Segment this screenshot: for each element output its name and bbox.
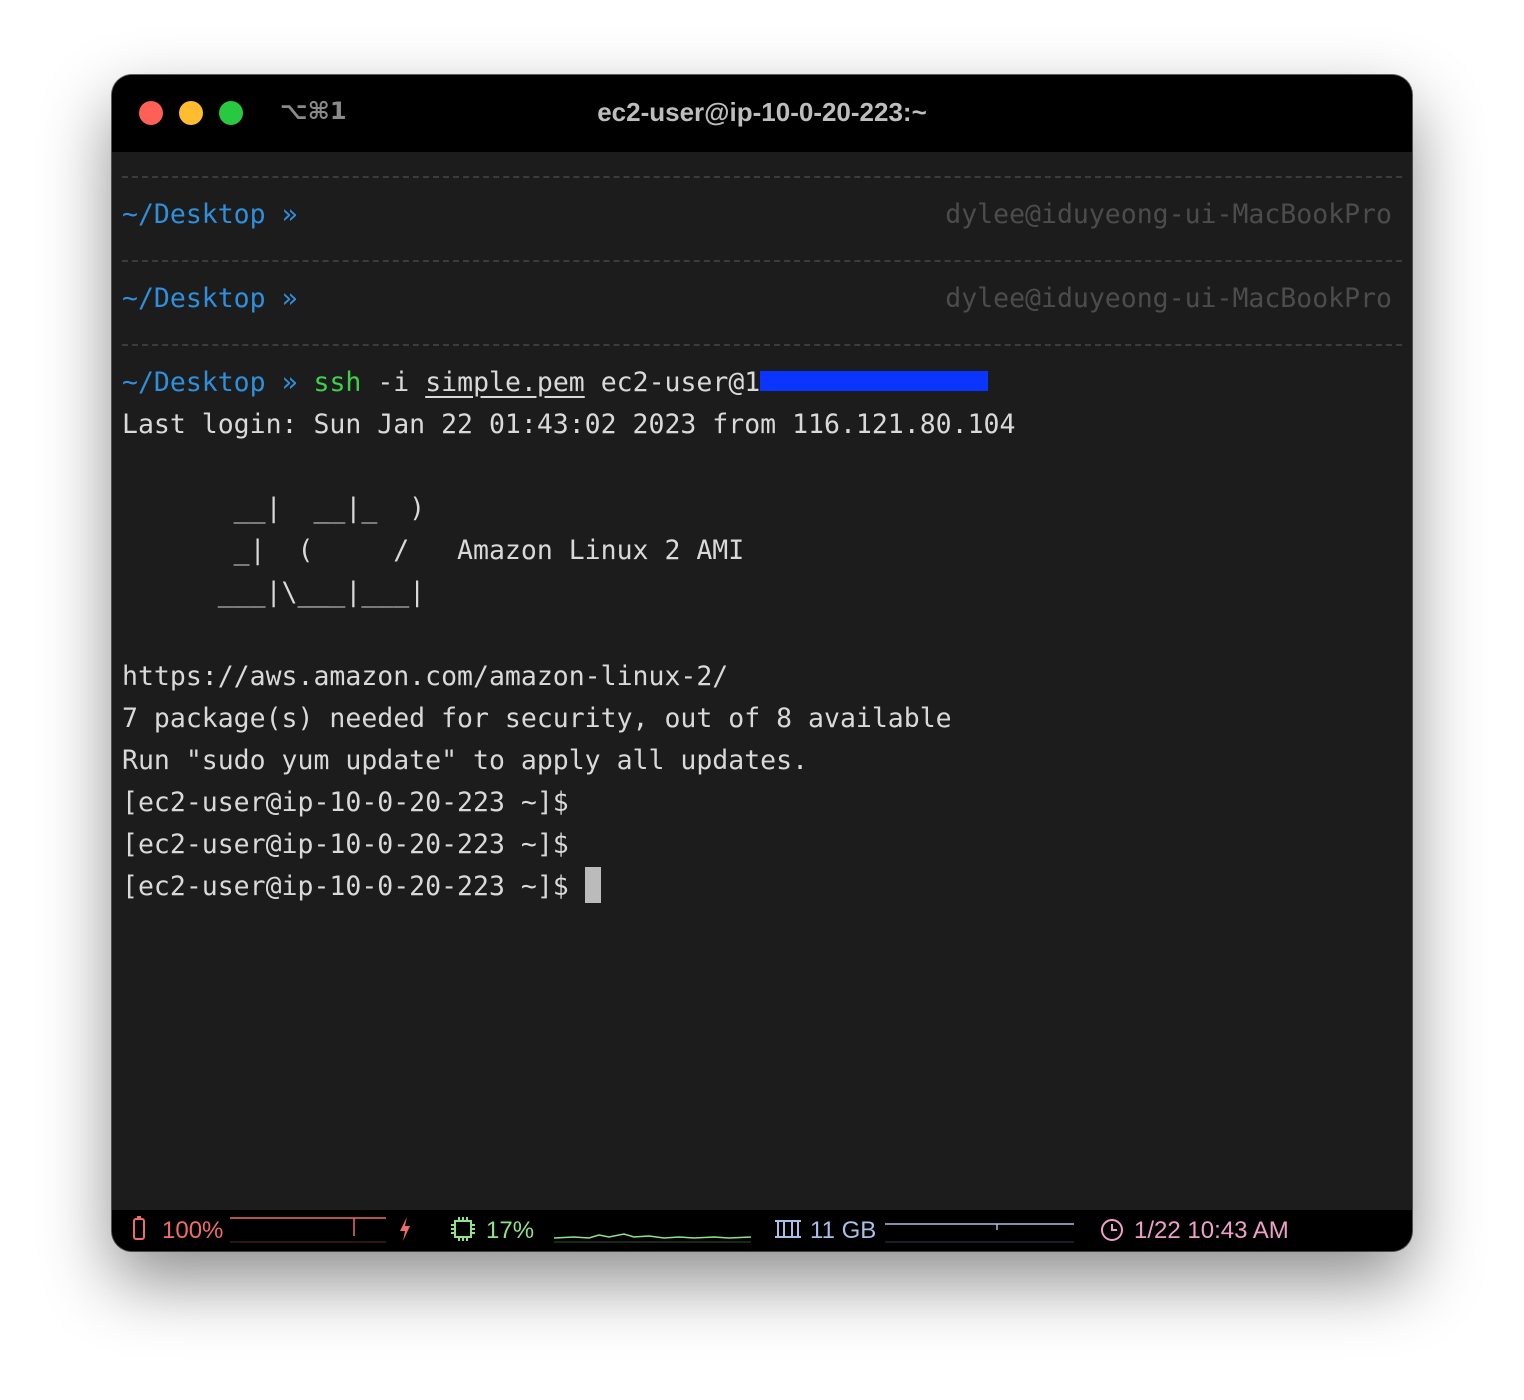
shell-prompt-line: [ec2-user@ip-10-0-20-223 ~]$ <box>122 829 569 860</box>
last-login-line: Last login: Sun Jan 22 01:43:02 2023 fro… <box>122 409 1016 440</box>
battery-percent: 100% <box>162 1217 224 1244</box>
url-line: https://aws.amazon.com/amazon-linux-2/ <box>122 661 729 692</box>
prompt-line: ~/Desktop » dylee@iduyeong-ui-MacBookPro <box>122 278 1402 320</box>
prompt-directory: ~/Desktop <box>122 367 266 398</box>
terminal-output[interactable]: ~/Desktop » dylee@iduyeong-ui-MacBookPro … <box>122 152 1402 908</box>
shell-prompt-line-active[interactable]: [ec2-user@ip-10-0-20-223 ~]$ <box>122 866 1402 908</box>
title-bar: ⌥⌘1 ec2-user@ip-10-0-20-223:~ <box>112 75 1412 152</box>
prompt-chevron: » <box>281 283 298 314</box>
window-title: ec2-user@ip-10-0-20-223:~ <box>597 97 927 127</box>
bolt-icon <box>397 1215 413 1250</box>
text-cursor <box>584 866 601 903</box>
ssh-key-file: simple.pem <box>425 367 585 398</box>
packages-line: 7 package(s) needed for security, out of… <box>122 703 952 734</box>
ssh-target: ec2-user@1 <box>584 367 761 398</box>
prompt-chevron: » <box>281 199 298 230</box>
ascii-art-line-3: ___|\___|___| <box>122 577 426 608</box>
status-bar: 100% 17% 11 GB 1/22 10:43 AM <box>112 1210 1412 1251</box>
shell-prompt-line: [ec2-user@ip-10-0-20-223 ~]$ <box>122 787 569 818</box>
ssh-command-line: ~/Desktop » ssh -i simple.pem ec2-user@1 <box>122 362 1402 404</box>
memory-graph <box>885 1223 1074 1243</box>
ssh-flag: -i <box>361 367 426 398</box>
update-hint-line: Run "sudo yum update" to apply all updat… <box>122 745 809 776</box>
ssh-command: ssh <box>313 367 362 398</box>
terminal-window: ⌥⌘1 ec2-user@ip-10-0-20-223:~ ~/Desktop … <box>112 75 1412 1251</box>
prompt-divider <box>122 152 1402 194</box>
prompt-divider <box>122 236 1402 278</box>
prompt-directory: ~/Desktop <box>122 199 266 230</box>
cpu-percent: 17% <box>486 1217 535 1244</box>
date-time: 1/22 10:43 AM <box>1134 1217 1289 1244</box>
prompt-line: ~/Desktop » dylee@iduyeong-ui-MacBookPro <box>122 194 1402 236</box>
memory-icon <box>775 1218 801 1247</box>
redaction-bar <box>760 370 989 391</box>
cpu-chip-icon <box>450 1216 476 1249</box>
cpu-graph <box>554 1233 752 1243</box>
clock-icon <box>1100 1218 1124 1249</box>
battery-graph <box>230 1217 386 1243</box>
right-prompt: dylee@iduyeong-ui-MacBookPro <box>945 199 1392 230</box>
shell-prompt: [ec2-user@ip-10-0-20-223 ~]$ <box>122 871 569 902</box>
right-prompt: dylee@iduyeong-ui-MacBookPro <box>945 283 1392 314</box>
memory-usage: 11 GB <box>810 1217 877 1244</box>
ascii-art-line-2: _| ( / Amazon Linux 2 AMI <box>122 535 745 566</box>
prompt-directory: ~/Desktop <box>122 283 266 314</box>
battery-icon <box>132 1215 146 1248</box>
prompt-chevron: » <box>281 367 298 398</box>
ascii-art-line-1: __| __|_ ) <box>122 493 426 524</box>
prompt-divider <box>122 320 1402 362</box>
